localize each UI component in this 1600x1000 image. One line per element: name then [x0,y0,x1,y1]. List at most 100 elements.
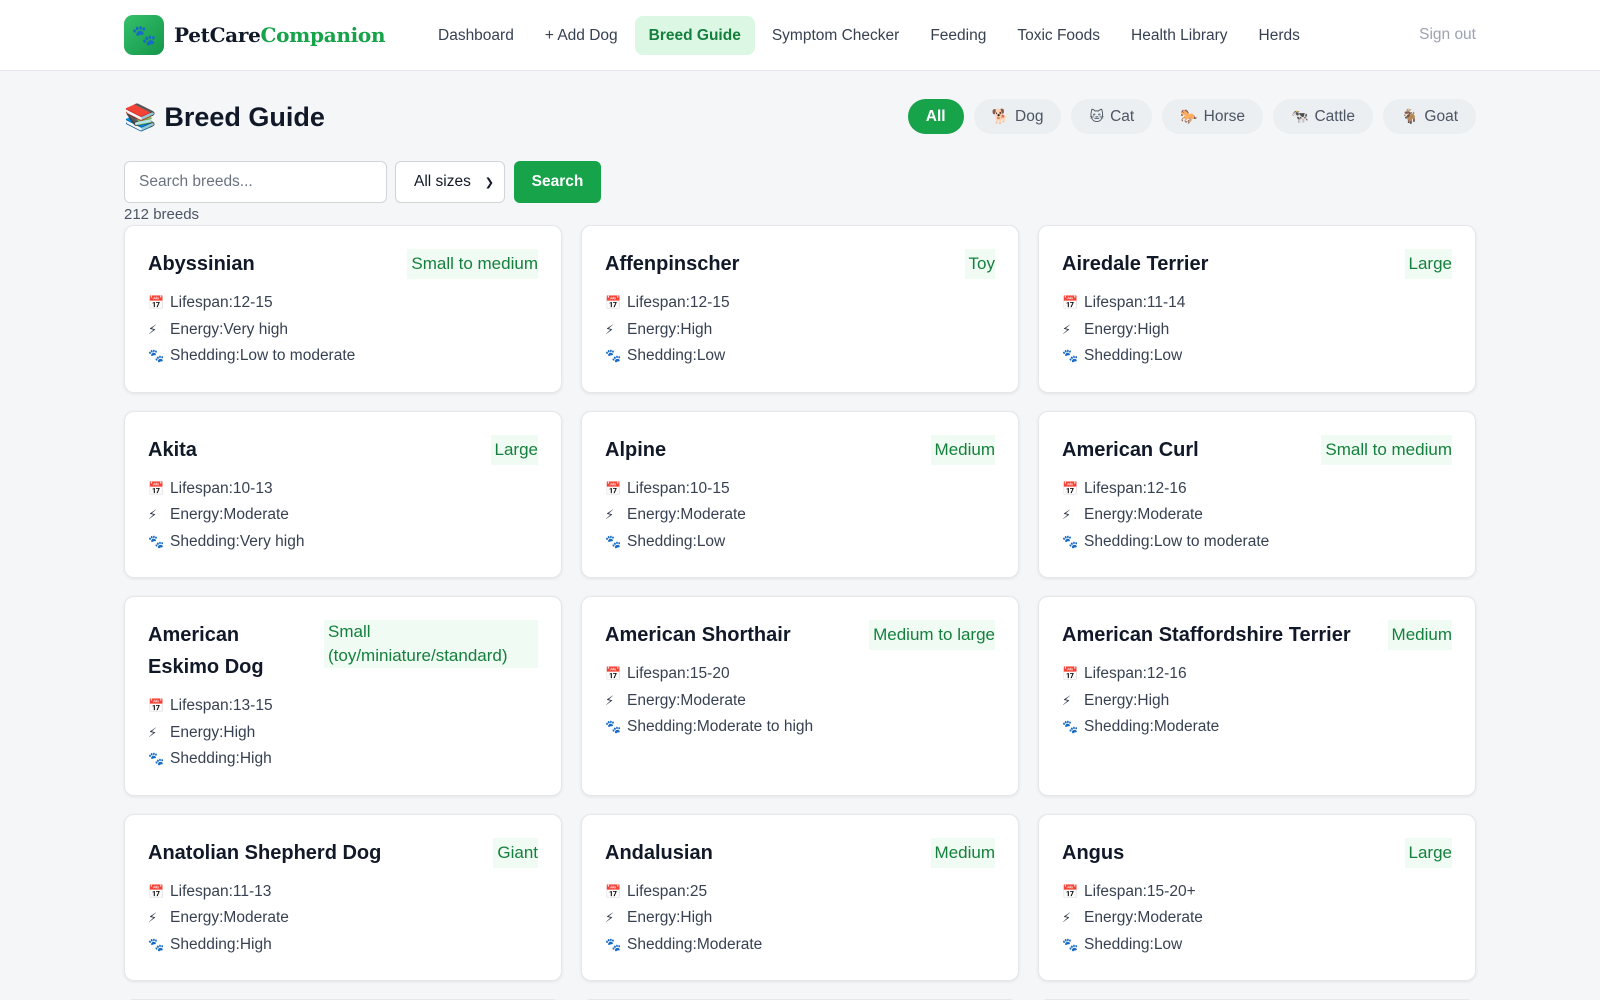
paw-icon: 🐾 [124,15,164,55]
breed-card[interactable]: Airedale Terrier Large 📅 Lifespan: 11-14 … [1038,225,1476,393]
lifespan-row: 📅 Lifespan: 11-14 [1062,290,1452,317]
shedding-row: 🐾 Shedding: Very high [148,529,538,556]
breed-name: Alpine [605,438,667,461]
nav-toxic-foods[interactable]: Toxic Foods [1003,16,1114,55]
breed-card[interactable]: American Eskimo Dog Small (toy/miniature… [124,596,562,796]
paw-icon: 🐾 [148,936,165,952]
lightning-icon: ⚡ [148,321,158,337]
size-badge: Large [490,434,538,465]
lifespan-row: 📅 Lifespan: 11-13 [148,879,538,906]
paw-icon: 🐾 [605,936,622,952]
energy-row: ⚡ Energy: High [1062,317,1452,344]
size-badge: Medium [1387,620,1452,650]
species-filter-all[interactable]: All [907,99,964,134]
calendar-icon: 📅 [605,480,622,496]
lightning-icon: ⚡ [605,321,615,337]
shedding-row: 🐾 Shedding: Low [605,343,995,370]
lifespan-row: 📅 Lifespan: 15-20 [605,661,995,688]
energy-row: ⚡ Energy: Moderate [605,502,995,529]
dog-icon: 🐕 [991,108,1010,124]
breed-card[interactable]: Anatolian Shepherd Dog Giant 📅 Lifespan: … [124,813,562,981]
lifespan-row: 📅 Lifespan: 13-15 [148,693,538,720]
energy-row: ⚡ Energy: Very high [148,317,538,344]
breed-card[interactable]: American Curl Small to medium 📅 Lifespan:… [1038,410,1476,578]
nav-add-dog[interactable]: + Add Dog [531,16,632,55]
shedding-row: 🐾 Shedding: Low [1062,932,1452,959]
paw-icon: 🐾 [1062,533,1079,549]
energy-row: ⚡ Energy: Moderate [148,502,538,529]
lightning-icon: ⚡ [605,507,615,522]
breed-card[interactable]: Abyssinian Small to medium 📅 Lifespan: 12… [124,225,562,393]
size-badge: Medium [930,434,995,465]
paw-icon: 🐾 [148,751,165,766]
paw-icon: 🐾 [1062,719,1079,734]
shedding-row: 🐾 Shedding: Low [605,529,995,556]
brand-logo[interactable]: 🐾 PetCareCompanion [124,15,386,55]
page-title-text: Breed Guide [164,101,325,132]
lightning-icon: ⚡ [148,724,158,740]
main-nav: Dashboard + Add Dog Breed Guide Symptom … [424,16,1317,55]
breed-grid: Abyssinian Small to medium 📅 Lifespan: 12… [124,225,1476,1000]
breed-card[interactable]: Andalusian Medium 📅 Lifespan: 25 ⚡ Energy:… [581,813,1019,981]
shedding-row: 🐾 Shedding: Moderate to high [605,714,995,741]
breed-card[interactable]: Alpine Medium 📅 Lifespan: 10-15 ⚡ Energy: … [581,410,1019,578]
calendar-icon: 📅 [605,666,622,681]
shedding-row: 🐾 Shedding: Low [1062,343,1452,370]
nav-dashboard[interactable]: Dashboard [424,16,528,55]
energy-row: ⚡ Energy: High [605,317,995,344]
lifespan-row: 📅 Lifespan: 12-16 [1062,661,1452,688]
sign-out-link[interactable]: Sign out [1419,26,1476,44]
breed-name: Angus [1062,841,1125,864]
size-filter-select[interactable]: All sizes ❯ [395,161,505,203]
paw-icon: 🐾 [148,533,165,549]
calendar-icon: 📅 [1062,295,1079,310]
size-badge: Small (toy/miniature/standard) [324,620,538,668]
nav-feeding[interactable]: Feeding [916,16,1000,55]
lifespan-row: 📅 Lifespan: 25 [605,879,995,906]
energy-row: ⚡ Energy: High [148,720,538,747]
calendar-icon: 📅 [605,883,622,899]
lifespan-row: 📅 Lifespan: 10-15 [605,476,995,503]
lifespan-row: 📅 Lifespan: 10-13 [148,476,538,503]
lifespan-row: 📅 Lifespan: 12-15 [605,290,995,317]
lightning-icon: ⚡ [148,910,158,925]
cow-icon: 🐄 [1291,108,1309,124]
breed-card[interactable]: American Shorthair Medium to large 📅 Life… [581,596,1019,796]
species-filter-dog[interactable]: 🐕 Dog [973,99,1062,134]
species-filter-goat[interactable]: 🐐 Goat [1382,99,1476,134]
paw-icon: 🐾 [1062,936,1079,952]
shedding-row: 🐾 Shedding: Low to moderate [148,343,538,370]
brand-name: PetCareCompanion [174,23,386,47]
breed-card[interactable]: Angus Large 📅 Lifespan: 15-20+ ⚡ Energy: M… [1038,813,1476,981]
breed-card[interactable]: Affenpinscher Toy 📅 Lifespan: 12-15 ⚡ Ener… [581,225,1019,393]
shedding-row: 🐾 Shedding: Moderate [605,932,995,959]
shedding-row: 🐾 Shedding: High [148,932,538,959]
breed-search-input[interactable] [124,161,387,203]
species-filter-cattle[interactable]: 🐄 Cattle [1273,99,1373,134]
size-badge: Small to medium [1321,434,1452,465]
lightning-icon: ⚡ [1062,910,1072,925]
page-title: 📚 Breed Guide [124,97,325,137]
species-filter-horse[interactable]: 🐎 Horse [1162,99,1264,134]
search-button[interactable]: Search [514,161,601,203]
shedding-row: 🐾 Shedding: High [148,746,538,773]
nav-breed-guide[interactable]: Breed Guide [634,16,755,55]
breed-name: Andalusian [605,841,713,864]
size-filter-value: All sizes [414,173,471,190]
size-badge: Medium [930,837,995,868]
size-badge: Toy [964,249,995,279]
nav-herds[interactable]: Herds [1245,16,1314,55]
nav-symptom-checker[interactable]: Symptom Checker [758,16,913,55]
goat-icon: 🐐 [1400,108,1419,124]
calendar-icon: 📅 [148,698,165,713]
result-count: 212 breeds [124,206,200,223]
breed-card[interactable]: American Staffordshire Terrier Medium 📅 L… [1038,596,1476,796]
species-filter-cat[interactable]: 🐱 Cat [1071,99,1153,134]
energy-row: ⚡ Energy: Moderate [1062,905,1452,932]
size-badge: Medium to large [869,620,995,650]
calendar-icon: 📅 [1062,883,1079,899]
species-filter-group: All 🐕 Dog 🐱 Cat 🐎 Horse 🐄 Cattle 🐐 Goat [898,99,1476,134]
paw-icon: 🐾 [605,348,622,363]
nav-health-library[interactable]: Health Library [1117,16,1242,55]
breed-card[interactable]: Akita Large 📅 Lifespan: 10-13 ⚡ Energy: Mo… [124,410,562,578]
